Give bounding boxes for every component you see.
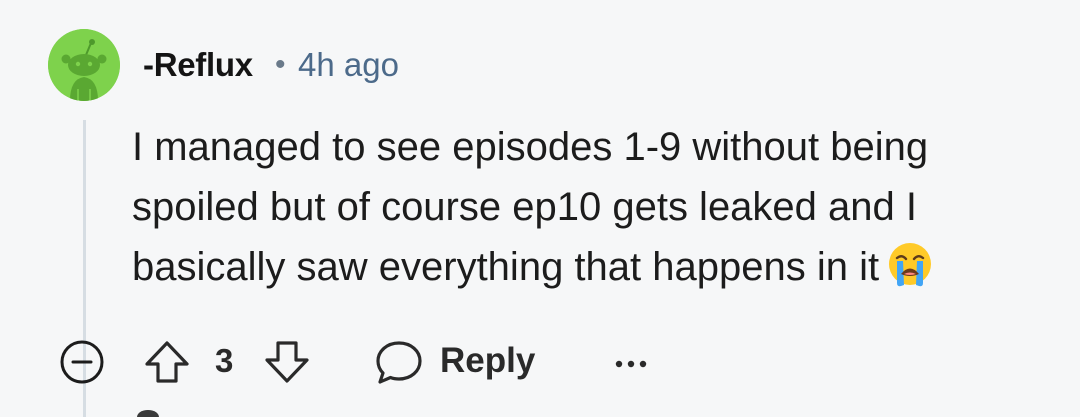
- downvote-arrow-icon: [265, 341, 309, 383]
- snoo-avatar-icon: [48, 29, 120, 101]
- more-options-button[interactable]: [612, 342, 652, 382]
- username-link[interactable]: -Reflux: [143, 44, 253, 86]
- speech-bubble-icon: [376, 341, 422, 384]
- vote-count: 3: [215, 342, 234, 379]
- comment-body: I managed to see episodes 1-9 without be…: [132, 117, 1032, 304]
- meta-separator: •: [275, 48, 286, 81]
- collapse-minus-icon: [60, 340, 104, 384]
- upvote-arrow-icon: [145, 341, 189, 383]
- loudly-crying-face-icon: [887, 241, 933, 304]
- upvote-button[interactable]: [142, 337, 192, 387]
- collapse-button[interactable]: [59, 339, 105, 385]
- comment-view: -Reflux • 4h ago I managed to see episod…: [0, 0, 1080, 417]
- reply-label: Reply: [440, 341, 536, 380]
- downvote-button[interactable]: [262, 337, 312, 387]
- next-comment-avatar: [137, 410, 159, 417]
- comment-action-bar: 3 Reply: [0, 330, 1080, 390]
- comment-timestamp: 4h ago: [298, 46, 399, 83]
- more-dots-icon: [615, 360, 647, 368]
- avatar[interactable]: [48, 29, 120, 101]
- comment-text: I managed to see episodes 1-9 without be…: [132, 125, 929, 289]
